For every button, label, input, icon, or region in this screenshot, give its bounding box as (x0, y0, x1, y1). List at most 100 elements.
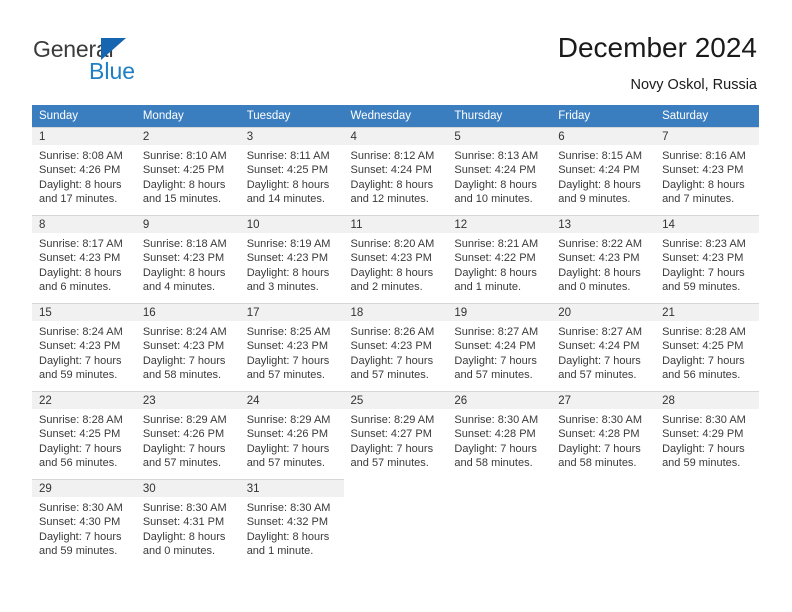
daylight-text-line1: Daylight: 8 hours (662, 178, 745, 191)
day-cell[interactable]: 15 Sunrise: 8:24 AM Sunset: 4:23 PM Dayligh… (32, 303, 136, 391)
day-cell[interactable]: 30 Sunrise: 8:30 AM Sunset: 4:31 PM Dayligh… (135, 479, 240, 567)
day-number: 19 (447, 303, 552, 321)
sunrise-text: Sunrise: 8:27 AM (558, 326, 642, 338)
day-number (551, 479, 656, 497)
day-number: 18 (343, 303, 448, 321)
daylight-text-line1: Daylight: 7 hours (350, 354, 434, 367)
daylight-text-line2: and 59 minutes. (39, 545, 118, 558)
day-cell[interactable]: 1 Sunrise: 8:08 AM Sunset: 4:26 PM Daylight… (32, 127, 136, 215)
daylight-text-line2: and 58 minutes. (142, 369, 222, 382)
day-cell-empty (655, 479, 759, 567)
sunset-text: Sunset: 4:23 PM (39, 340, 121, 353)
sunset-text: Sunset: 4:25 PM (39, 428, 121, 441)
sunrise-text: Sunrise: 8:30 AM (142, 502, 227, 514)
day-cell[interactable]: 16 Sunrise: 8:24 AM Sunset: 4:23 PM Dayligh… (135, 303, 240, 391)
daylight-text-line2: and 57 minutes. (350, 369, 429, 382)
sunrise-text: Sunrise: 8:26 AM (350, 326, 435, 338)
day-cell[interactable]: 27 Sunrise: 8:30 AM Sunset: 4:28 PM Dayligh… (551, 391, 656, 479)
daylight-text-line2: and 1 minute. (454, 281, 522, 294)
daylight-text-line2: and 56 minutes. (39, 457, 118, 470)
day-cell[interactable]: 17 Sunrise: 8:25 AM Sunset: 4:23 PM Dayligh… (239, 303, 344, 391)
sunset-text: Sunset: 4:32 PM (246, 516, 329, 529)
calendar-header-row: Sunday Monday Tuesday Wednesday Thursday… (32, 105, 759, 127)
sunset-text: Sunset: 4:23 PM (662, 164, 744, 177)
day-number: 24 (239, 391, 344, 409)
sunrise-text: Sunrise: 8:27 AM (454, 326, 539, 338)
weekday-header-saturday: Saturday (655, 105, 759, 127)
day-number: 10 (239, 215, 344, 233)
sunset-text: Sunset: 4:24 PM (454, 164, 536, 177)
daylight-text-line1: Daylight: 7 hours (39, 442, 122, 455)
day-cell[interactable]: 14 Sunrise: 8:23 AM Sunset: 4:23 PM Dayligh… (655, 215, 759, 303)
day-details: Sunrise: 8:10 AM Sunset: 4:25 PM Daylight:… (136, 145, 240, 207)
daylight-text-line1: Daylight: 8 hours (39, 266, 122, 279)
day-details: Sunrise: 8:15 AM Sunset: 4:24 PM Daylight:… (551, 145, 655, 207)
day-cell[interactable]: 28 Sunrise: 8:30 AM Sunset: 4:29 PM Dayligh… (655, 391, 759, 479)
day-details: Sunrise: 8:29 AM Sunset: 4:26 PM Daylight:… (240, 409, 344, 471)
day-cell[interactable]: 22 Sunrise: 8:28 AM Sunset: 4:25 PM Dayligh… (32, 391, 136, 479)
day-cell[interactable]: 23 Sunrise: 8:29 AM Sunset: 4:26 PM Dayligh… (135, 391, 240, 479)
day-cell[interactable]: 19 Sunrise: 8:27 AM Sunset: 4:24 PM Dayligh… (447, 303, 552, 391)
daylight-text-line1: Daylight: 7 hours (350, 442, 434, 455)
daylight-text-line2: and 12 minutes. (350, 193, 429, 206)
day-number (447, 479, 552, 497)
day-cell[interactable]: 4 Sunrise: 8:12 AM Sunset: 4:24 PM Daylight… (343, 127, 448, 215)
daylight-text-line1: Daylight: 7 hours (454, 354, 537, 367)
day-number: 1 (32, 127, 136, 145)
day-cell[interactable]: 7 Sunrise: 8:16 AM Sunset: 4:23 PM Daylight… (655, 127, 759, 215)
day-details: Sunrise: 8:16 AM Sunset: 4:23 PM Daylight:… (655, 145, 759, 207)
daylight-text-line2: and 57 minutes. (454, 369, 533, 382)
daylight-text-line2: and 57 minutes. (246, 369, 325, 382)
sunset-text: Sunset: 4:23 PM (350, 252, 432, 265)
day-cell[interactable]: 3 Sunrise: 8:11 AM Sunset: 4:25 PM Daylight… (239, 127, 344, 215)
day-cell-empty (551, 479, 656, 567)
logo-general-blue[interactable]: General Blue (33, 36, 213, 86)
day-cell[interactable]: 18 Sunrise: 8:26 AM Sunset: 4:23 PM Dayligh… (343, 303, 448, 391)
sunset-text: Sunset: 4:26 PM (142, 428, 225, 441)
day-cell[interactable]: 29 Sunrise: 8:30 AM Sunset: 4:30 PM Dayligh… (32, 479, 136, 567)
calendar-page: General Blue December 2024 Novy Oskol, R… (0, 0, 792, 612)
sunset-text: Sunset: 4:24 PM (558, 340, 640, 353)
calendar-week-row: 8 Sunrise: 8:17 AM Sunset: 4:23 PM Daylight… (32, 215, 759, 303)
day-cell[interactable]: 9 Sunrise: 8:18 AM Sunset: 4:23 PM Daylight… (135, 215, 240, 303)
day-cell[interactable]: 24 Sunrise: 8:29 AM Sunset: 4:26 PM Dayligh… (239, 391, 344, 479)
sunset-text: Sunset: 4:23 PM (142, 252, 225, 265)
daylight-text-line1: Daylight: 7 hours (558, 442, 641, 455)
day-number: 23 (135, 391, 240, 409)
day-cell[interactable]: 31 Sunrise: 8:30 AM Sunset: 4:32 PM Dayligh… (239, 479, 344, 567)
sunrise-text: Sunrise: 8:11 AM (246, 150, 330, 162)
day-number: 15 (32, 303, 136, 321)
daylight-text-line2: and 3 minutes. (246, 281, 319, 294)
day-cell[interactable]: 8 Sunrise: 8:17 AM Sunset: 4:23 PM Daylight… (32, 215, 136, 303)
sunrise-text: Sunrise: 8:19 AM (246, 238, 331, 250)
sunset-text: Sunset: 4:23 PM (350, 340, 432, 353)
weekday-header-tuesday: Tuesday (239, 105, 344, 127)
day-number: 9 (135, 215, 240, 233)
day-details: Sunrise: 8:13 AM Sunset: 4:24 PM Daylight:… (447, 145, 551, 207)
daylight-text-line1: Daylight: 8 hours (350, 178, 434, 191)
day-cell[interactable]: 6 Sunrise: 8:15 AM Sunset: 4:24 PM Daylight… (551, 127, 656, 215)
page-location: Novy Oskol, Russia (630, 77, 757, 93)
day-number: 13 (551, 215, 656, 233)
weekday-header-wednesday: Wednesday (343, 105, 448, 127)
sunset-text: Sunset: 4:28 PM (558, 428, 640, 441)
day-cell[interactable]: 12 Sunrise: 8:21 AM Sunset: 4:22 PM Dayligh… (447, 215, 552, 303)
day-cell[interactable]: 21 Sunrise: 8:28 AM Sunset: 4:25 PM Dayligh… (655, 303, 759, 391)
sunrise-text: Sunrise: 8:30 AM (558, 414, 642, 426)
day-cell[interactable]: 10 Sunrise: 8:19 AM Sunset: 4:23 PM Dayligh… (239, 215, 344, 303)
day-cell[interactable]: 2 Sunrise: 8:10 AM Sunset: 4:25 PM Daylight… (135, 127, 240, 215)
day-cell[interactable]: 26 Sunrise: 8:30 AM Sunset: 4:28 PM Dayligh… (447, 391, 552, 479)
day-cell[interactable]: 25 Sunrise: 8:29 AM Sunset: 4:27 PM Dayligh… (343, 391, 448, 479)
day-cell[interactable]: 11 Sunrise: 8:20 AM Sunset: 4:23 PM Dayligh… (343, 215, 448, 303)
day-cell[interactable]: 13 Sunrise: 8:22 AM Sunset: 4:23 PM Dayligh… (551, 215, 656, 303)
day-cell[interactable]: 20 Sunrise: 8:27 AM Sunset: 4:24 PM Dayligh… (551, 303, 656, 391)
day-number: 6 (551, 127, 656, 145)
day-cell[interactable]: 5 Sunrise: 8:13 AM Sunset: 4:24 PM Daylight… (447, 127, 552, 215)
sunrise-text: Sunrise: 8:24 AM (142, 326, 227, 338)
day-number: 8 (32, 215, 136, 233)
daylight-text-line2: and 59 minutes. (39, 369, 118, 382)
day-number: 11 (343, 215, 448, 233)
sunrise-text: Sunrise: 8:25 AM (246, 326, 331, 338)
daylight-text-line1: Daylight: 8 hours (350, 266, 434, 279)
daylight-text-line1: Daylight: 7 hours (662, 354, 745, 367)
